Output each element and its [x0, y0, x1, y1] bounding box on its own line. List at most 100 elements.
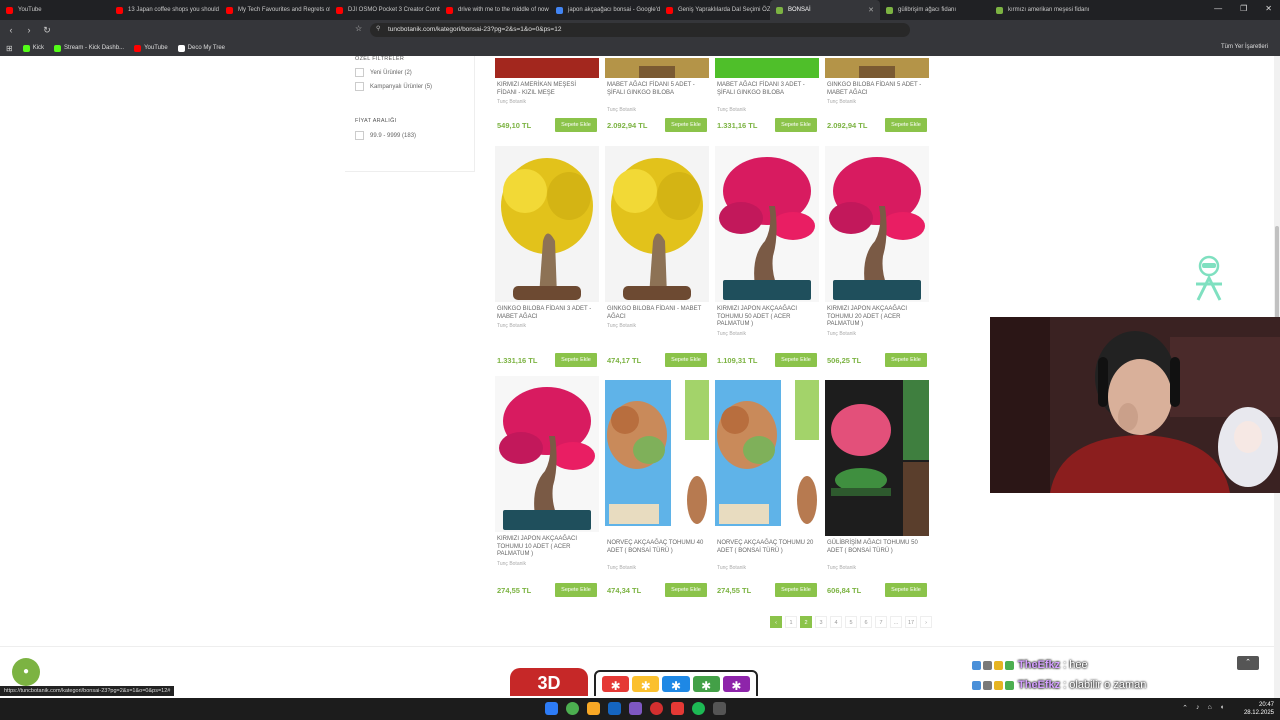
product-name[interactable]: KIRMIZI JAPON AKÇAAĞACI TOHUMU 20 ADET (…: [827, 306, 927, 329]
bookmark-item[interactable]: Deco My Tree: [177, 44, 225, 52]
product-image[interactable]: [605, 380, 709, 536]
product-image[interactable]: [825, 56, 929, 78]
product-card[interactable]: NORVEÇ AKÇAAĞAÇ TOHUMU 20 ADET ( BONSAİ …: [715, 376, 819, 597]
browser-tab[interactable]: gülibrişim ağacı fidanı: [880, 0, 990, 20]
add-to-cart-button[interactable]: Sepete Ekle: [555, 118, 597, 132]
close-tab-icon[interactable]: ✕: [868, 6, 874, 14]
product-image[interactable]: [825, 380, 929, 536]
product-name[interactable]: GINKGO BILOBA FİDANI 3 ADET - MABET AĞAC…: [497, 306, 597, 321]
pagination-page[interactable]: 1: [785, 616, 797, 628]
product-image-wrap[interactable]: [825, 56, 929, 78]
checkbox[interactable]: [355, 131, 364, 140]
spotify-icon[interactable]: [692, 702, 705, 715]
product-name[interactable]: GÜLİBRİŞİM AĞACI TOHUMU 50 ADET ( BONSAİ…: [827, 540, 927, 555]
product-card[interactable]: NORVEÇ AKÇAAĞAÇ TOHUMU 40 ADET ( BONSAİ …: [605, 376, 709, 597]
product-image[interactable]: [715, 146, 819, 302]
settings-icon[interactable]: [713, 702, 726, 715]
add-to-cart-button[interactable]: Sepete Ekle: [775, 583, 817, 597]
product-image-wrap[interactable]: [715, 56, 819, 78]
add-to-cart-button[interactable]: Sepete Ekle: [665, 353, 707, 367]
add-to-cart-button[interactable]: Sepete Ekle: [885, 353, 927, 367]
add-to-cart-button[interactable]: Sepete Ekle: [885, 583, 927, 597]
product-name[interactable]: MABET AĞACI FİDANI 3 ADET - ŞİFALI GINKG…: [717, 82, 817, 97]
pagination-next-button[interactable]: ›: [920, 616, 932, 628]
browser-tab[interactable]: DJI OSMO Pocket 3 Creator Combo: [330, 0, 440, 20]
windows-start-icon[interactable]: [545, 702, 558, 715]
filter-price-range[interactable]: 99.9 - 9999 (183): [355, 131, 416, 140]
pagination-page[interactable]: 2: [800, 616, 812, 628]
add-to-cart-button[interactable]: Sepete Ekle: [555, 583, 597, 597]
product-card[interactable]: GINKGO BILOBA FİDANI - MABET AĞACI Tunç B…: [605, 146, 709, 367]
network-icon[interactable]: ⌂: [1208, 704, 1212, 712]
pagination-prev-button[interactable]: ‹: [770, 616, 782, 628]
add-to-cart-button[interactable]: Sepete Ekle: [665, 118, 707, 132]
forward-icon[interactable]: ›: [22, 25, 36, 35]
pagination-page[interactable]: 6: [860, 616, 872, 628]
product-card[interactable]: KIRMIZI JAPON AKÇAAĞACI TOHUMU 50 ADET (…: [715, 146, 819, 367]
product-name[interactable]: KIRMIZI AMERİKAN MEŞESİ FİDANI - KIZIL M…: [497, 82, 597, 97]
browser-tab[interactable]: YouTube: [0, 0, 110, 20]
product-image-wrap[interactable]: [495, 56, 599, 78]
folder-icon[interactable]: [587, 702, 600, 715]
filter-campaign-products[interactable]: Kampanyalı Ürünler (5): [355, 82, 432, 91]
product-image[interactable]: [825, 146, 929, 302]
product-name[interactable]: NORVEÇ AKÇAAĞAÇ TOHUMU 40 ADET ( BONSAİ …: [607, 540, 707, 555]
clock[interactable]: 20:47 28.12.2025: [1244, 701, 1274, 717]
add-to-cart-button[interactable]: Sepete Ekle: [885, 118, 927, 132]
bookmark-item[interactable]: YouTube: [134, 44, 168, 52]
pagination-page[interactable]: ...: [890, 616, 902, 628]
checkbox[interactable]: [355, 68, 364, 77]
browser-tab[interactable]: kırmızı amerikan meşesi fidanı: [990, 0, 1100, 20]
apps-grid-icon[interactable]: ⊞: [6, 44, 13, 53]
product-image[interactable]: [715, 56, 819, 78]
add-to-cart-button[interactable]: Sepete Ekle: [555, 353, 597, 367]
product-image-wrap[interactable]: [825, 146, 929, 302]
filter-new-products[interactable]: Yeni Ürünler (2): [355, 68, 412, 77]
reload-icon[interactable]: ↻: [40, 25, 54, 36]
product-image[interactable]: [605, 56, 709, 78]
volume-icon[interactable]: ◖: [1220, 704, 1224, 712]
all-bookmarks-link[interactable]: Tüm Yer İşaretleri: [1221, 44, 1268, 50]
pagination-page[interactable]: 3: [815, 616, 827, 628]
product-card[interactable]: GÜLİBRİŞİM AĞACI TOHUMU 50 ADET ( BONSAİ…: [825, 376, 929, 597]
product-card[interactable]: GINKGO BILOBA FİDANI 3 ADET - MABET AĞAC…: [495, 146, 599, 367]
product-image[interactable]: [715, 380, 819, 536]
product-card[interactable]: KIRMIZI JAPON AKÇAAĞACI TOHUMU 10 ADET (…: [495, 376, 599, 597]
product-image-wrap[interactable]: [605, 56, 709, 78]
bookmark-item[interactable]: Kick: [22, 44, 44, 52]
product-name[interactable]: MABET AĞACI FİDANI 5 ADET - ŞİFALI GINKG…: [607, 82, 707, 97]
mic-icon[interactable]: ♪: [1196, 704, 1200, 712]
product-name[interactable]: NORVEÇ AKÇAAĞAÇ TOHUMU 20 ADET ( BONSAİ …: [717, 540, 817, 555]
pagination-page[interactable]: 17: [905, 616, 917, 628]
product-name[interactable]: KIRMIZI JAPON AKÇAAĞACI TOHUMU 50 ADET (…: [717, 306, 817, 329]
product-image-wrap[interactable]: [605, 146, 709, 302]
chevron-up-icon[interactable]: ⌃: [1182, 704, 1188, 712]
bookmark-star-icon[interactable]: ☆: [355, 24, 362, 33]
chrome-icon[interactable]: [566, 702, 579, 715]
checkbox[interactable]: [355, 82, 364, 91]
browser-tab[interactable]: japon akçaağacı bonsai - Google'd: [550, 0, 660, 20]
add-to-cart-button[interactable]: Sepete Ekle: [775, 118, 817, 132]
browser-tab[interactable]: My Tech Favourites and Regrets of: [220, 0, 330, 20]
product-image-wrap[interactable]: [605, 380, 709, 536]
browser-tab[interactable]: drive with me to the middle of now: [440, 0, 550, 20]
add-to-cart-button[interactable]: Sepete Ekle: [665, 583, 707, 597]
browser-tab[interactable]: Geniş Yapraklılarda Dal Seçimi ÖZE: [660, 0, 770, 20]
product-image[interactable]: [495, 146, 599, 302]
product-image-wrap[interactable]: [715, 146, 819, 302]
url-input[interactable]: tuncbotanik.com/kategori/bonsai-23?pg=2&…: [370, 23, 910, 37]
discord-icon[interactable]: [629, 702, 642, 715]
browser-tab[interactable]: BONSAİ ✕: [770, 0, 880, 20]
product-image-wrap[interactable]: [825, 380, 929, 536]
product-image[interactable]: [495, 56, 599, 78]
pagination-page[interactable]: 4: [830, 616, 842, 628]
bookmark-item[interactable]: Stream - Kick Dashb...: [54, 44, 124, 52]
product-card[interactable]: KIRMIZI JAPON AKÇAAĞACI TOHUMU 20 ADET (…: [825, 146, 929, 367]
steam-icon[interactable]: [608, 702, 621, 715]
browser-tab[interactable]: 13 Japan coffee shops you should: [110, 0, 220, 20]
pagination-page[interactable]: 7: [875, 616, 887, 628]
chat-bubble-icon[interactable]: ●: [12, 658, 40, 686]
product-image[interactable]: [495, 376, 599, 532]
site-info-icon[interactable]: ⚲: [376, 25, 380, 32]
restore-icon[interactable]: ❐: [1240, 4, 1247, 13]
